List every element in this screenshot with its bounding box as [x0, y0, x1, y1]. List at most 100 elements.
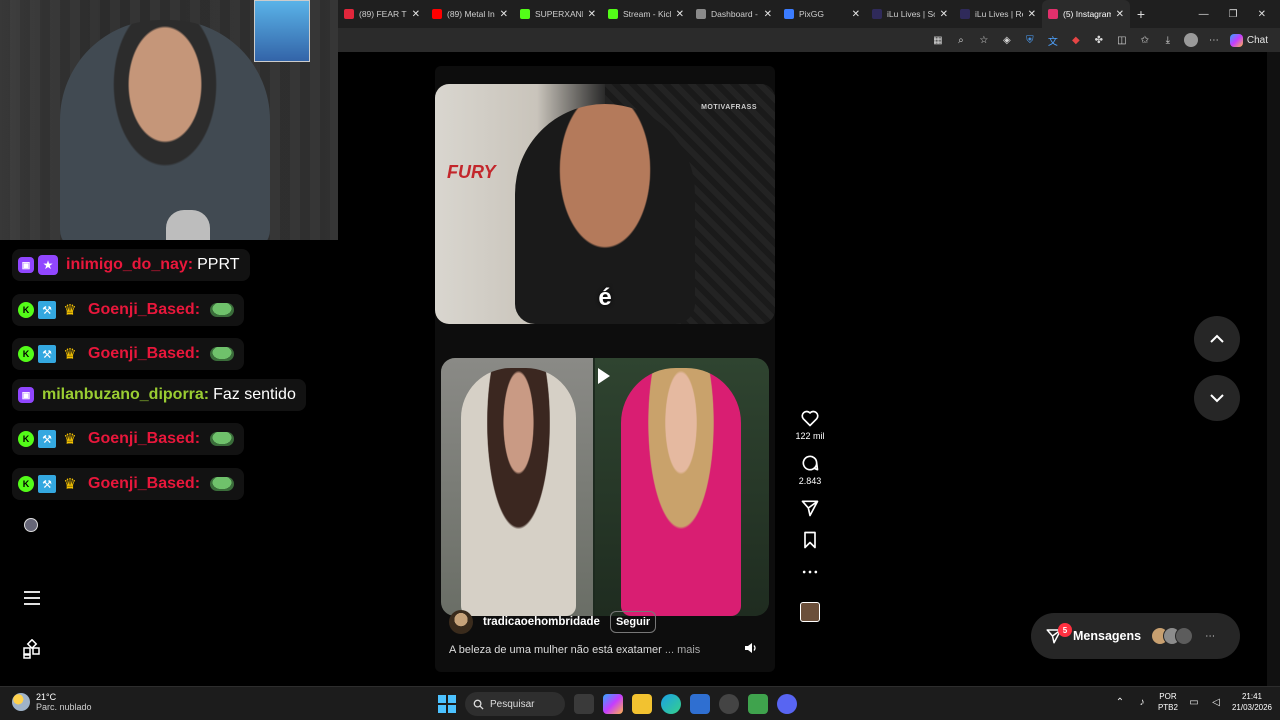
minimize-icon[interactable]: — — [1199, 9, 1209, 20]
volume-icon[interactable]: ◁ — [1210, 696, 1222, 708]
app-available-icon[interactable]: ▦ — [931, 33, 945, 47]
save-action[interactable] — [800, 530, 820, 550]
maximize-icon[interactable]: ❐ — [1229, 9, 1238, 20]
split-screen-icon[interactable]: ◫ — [1115, 33, 1129, 47]
edge-icon[interactable] — [661, 694, 681, 714]
more-link[interactable]: ... mais — [665, 644, 700, 656]
profile-avatar[interactable] — [1183, 33, 1198, 47]
comment-action[interactable]: 2.843 — [799, 453, 821, 486]
comment-icon[interactable] — [800, 453, 820, 473]
reel-video-bottom[interactable] — [441, 358, 769, 616]
reel-video-top[interactable]: FURY MOTIVAFRASS é — [435, 84, 775, 324]
new-tab-button[interactable]: + — [1130, 6, 1152, 22]
chat-text: PPRT — [197, 256, 240, 273]
microphone-icon[interactable]: ♪ — [1136, 696, 1148, 708]
audio-thumbnail[interactable] — [800, 602, 820, 622]
follow-button[interactable]: Seguir — [609, 611, 657, 633]
tab-label: iLu Lives | Sou — [887, 9, 935, 19]
tab-favicon-icon — [432, 9, 442, 19]
bookmark-icon[interactable] — [800, 530, 820, 550]
apps-grid-icon[interactable] — [22, 639, 42, 659]
tab-close-icon[interactable]: ✕ — [1028, 9, 1036, 20]
puzzle-icon[interactable]: ✤ — [1092, 33, 1106, 47]
taskbar-apps: Pesquisar — [438, 692, 797, 716]
browser-tab[interactable]: PixGG ✕ — [778, 0, 866, 28]
volume-icon[interactable] — [743, 640, 759, 656]
like-action[interactable]: 122 mil — [795, 408, 825, 441]
taskbar-search[interactable]: Pesquisar — [465, 692, 565, 716]
browser-tab[interactable]: iLu Lives | Sou ✕ — [866, 0, 954, 28]
tab-bar: (89) FEAR THE✕(89) Metal Insi✕SUPERXANDÃ… — [338, 0, 1280, 28]
more-menu-icon[interactable]: ⋯ — [1207, 33, 1221, 47]
tab-close-icon[interactable]: ✕ — [412, 9, 420, 20]
chat-text: Faz sentido — [213, 386, 296, 403]
hammer-badge-icon: ⚒ — [38, 301, 56, 319]
close-icon[interactable]: ✕ — [1258, 9, 1266, 20]
more-options-action[interactable] — [800, 562, 820, 582]
hammer-badge-icon: ⚒ — [38, 475, 56, 493]
bitwarden-icon[interactable]: ⛨ — [1023, 33, 1037, 47]
search-placeholder: Pesquisar — [490, 698, 535, 710]
show-hidden-icons[interactable]: ⌃ — [1114, 696, 1126, 708]
heart-icon[interactable] — [800, 408, 820, 428]
app-icon[interactable] — [748, 694, 768, 714]
input-language[interactable]: POR PTB2 — [1158, 691, 1178, 713]
translate-icon[interactable]: 文 — [1046, 33, 1060, 48]
discord-icon[interactable] — [777, 694, 797, 714]
chat-message: ▣ ★ inimigo_do_nay: PPRT — [12, 249, 250, 281]
author-avatar[interactable] — [449, 610, 473, 634]
tab-close-icon[interactable]: ✕ — [1116, 9, 1124, 20]
favorites-icon[interactable]: ✩ — [1138, 33, 1152, 47]
browser-tab[interactable]: iLu Lives | Rea ✕ — [954, 0, 1042, 28]
tab-close-icon[interactable]: ✕ — [852, 9, 860, 20]
download-icon[interactable]: ⤓ — [1161, 33, 1175, 47]
browser-tab[interactable]: (5) Instagram ✕ — [1042, 0, 1130, 28]
tab-close-icon[interactable]: ✕ — [764, 9, 772, 20]
message-avatars — [1151, 627, 1194, 645]
tab-close-icon[interactable]: ✕ — [588, 9, 596, 20]
weather-widget[interactable]: 21°C Parc. nublado — [12, 692, 92, 712]
author-username[interactable]: tradicaoehombridade — [483, 616, 600, 628]
obs-icon[interactable] — [719, 694, 739, 714]
messages-button[interactable]: 5 Mensagens ⋯ — [1031, 613, 1240, 659]
copilot-taskbar-icon[interactable] — [603, 694, 623, 714]
twitch-icon: ▣ — [18, 257, 34, 273]
tab-close-icon[interactable]: ✕ — [940, 9, 948, 20]
send-icon[interactable] — [800, 498, 820, 518]
store-icon[interactable] — [690, 694, 710, 714]
hammer-badge-icon: ⚒ — [38, 430, 56, 448]
extension-red-icon[interactable]: ◆ — [1069, 33, 1083, 47]
previous-reel-button[interactable] — [1194, 316, 1240, 362]
page-scrollbar[interactable] — [1267, 52, 1280, 686]
menu-icon[interactable] — [22, 588, 42, 608]
copilot-chat-button[interactable]: Chat — [1229, 33, 1268, 47]
tab-close-icon[interactable]: ✕ — [676, 9, 684, 20]
streamer-webcam — [0, 0, 338, 240]
network-icon[interactable]: ▭ — [1188, 696, 1200, 708]
crown-badge-icon: ♛ — [63, 431, 77, 448]
clock[interactable]: 21:41 21/03/2026 — [1232, 691, 1272, 713]
browser-tab[interactable]: SUPERXANDÃO ✕ — [514, 0, 602, 28]
tab-close-icon[interactable]: ✕ — [500, 9, 508, 20]
browser-tab[interactable]: Stream - Kick ✕ — [602, 0, 690, 28]
star-badge-icon: ★ — [38, 255, 58, 275]
zoom-icon[interactable]: ⌕ — [954, 33, 968, 47]
browser-tab[interactable]: Dashboard - I ✕ — [690, 0, 778, 28]
favorite-star-icon[interactable]: ☆ — [977, 33, 991, 47]
browser-tab[interactable]: (89) Metal Insi ✕ — [426, 0, 514, 28]
windows-start-icon[interactable] — [438, 695, 456, 713]
task-view-icon[interactable] — [574, 694, 594, 714]
viewer-avatar — [24, 518, 38, 532]
chat-username: Goenji_Based: — [88, 430, 201, 447]
more-dots-icon[interactable] — [800, 562, 820, 582]
microphone — [166, 210, 210, 240]
chat-message: K ⚒ ♛ Goenji_Based: — [12, 468, 245, 500]
tab-label: Stream - Kick — [623, 9, 671, 19]
next-reel-button[interactable] — [1194, 375, 1240, 421]
share-action[interactable] — [800, 498, 820, 518]
chat-message: ▣ milanbuzano_diporra: Faz sentido — [12, 379, 306, 411]
file-explorer-icon[interactable] — [632, 694, 652, 714]
extension-icon[interactable]: ◈ — [1000, 33, 1014, 47]
play-icon[interactable] — [593, 366, 613, 386]
browser-tab[interactable]: (89) FEAR THE ✕ — [338, 0, 426, 28]
